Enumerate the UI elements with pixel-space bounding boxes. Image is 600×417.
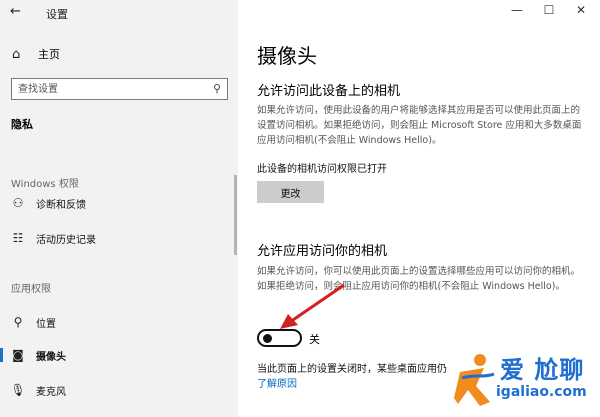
search-icon[interactable]: ⚲ <box>213 82 221 95</box>
close-button[interactable]: ✕ <box>570 3 592 21</box>
annotation-arrow-icon <box>280 283 345 329</box>
sidebar-item-label: 位置 <box>36 318 56 330</box>
watermark-text: 爱 尬聊 <box>500 356 585 384</box>
microphone-icon: 🎙 <box>10 383 26 397</box>
search-input[interactable] <box>18 82 198 96</box>
section-windows-permissions: Windows 权限 <box>11 179 79 190</box>
camera-icon: ◙ <box>12 348 24 362</box>
active-indicator <box>0 348 3 362</box>
device-access-status: 此设备的相机访问权限已打开 <box>257 164 387 175</box>
home-link[interactable]: ⌂ 主页 <box>12 46 60 62</box>
sidebar-item-microphone[interactable]: 🎙 麦克风 <box>10 381 66 399</box>
sidebar-item-diagnostics[interactable]: ⚇ 诊断和反馈 <box>10 194 86 212</box>
sidebar-scrollbar[interactable] <box>234 175 237 255</box>
title-bar: ← 设置 — ☐ ✕ <box>0 0 600 26</box>
section-device-access-title: 允许访问此设备上的相机 <box>257 84 401 99</box>
section-app-access-title: 允许应用访问你的相机 <box>257 244 388 259</box>
home-label: 主页 <box>38 48 60 61</box>
toggle-knob <box>263 334 272 343</box>
activity-history-icon: ☷ <box>12 231 24 245</box>
learn-more-link[interactable]: 了解原因 <box>257 375 297 390</box>
sidebar-item-label: 麦克风 <box>36 386 66 398</box>
maximize-button[interactable]: ☐ <box>538 3 560 21</box>
sidebar: ⌂ 主页 ⚲ 隐私 Windows 权限 ⚇ 诊断和反馈 ☷ 活动历史记录 应用… <box>0 0 238 417</box>
change-button[interactable]: 更改 <box>257 181 324 203</box>
search-box[interactable]: ⚲ <box>11 78 228 100</box>
desktop-apps-note: 当此页面上的设置关闭时，某些桌面应用仍 <box>257 364 447 375</box>
sidebar-item-camera[interactable]: ◙ 摄像头 <box>10 346 66 364</box>
diagnostics-icon: ⚇ <box>12 196 24 210</box>
section-device-access-description: 如果允许访问，使用此设备的用户将能够选择其应用是否可以使用此页面上的设置访问相机… <box>257 105 582 146</box>
category-title: 隐私 <box>11 118 33 131</box>
minimize-button[interactable]: — <box>506 3 528 21</box>
watermark-url: igaliao.com <box>496 384 587 400</box>
location-icon: ⚲ <box>13 315 23 329</box>
window-title: 设置 <box>46 8 68 21</box>
back-arrow-icon[interactable]: ← <box>10 4 30 22</box>
sidebar-item-label: 摄像头 <box>36 351 66 363</box>
section-app-permissions: 应用权限 <box>11 284 51 295</box>
watermark-figure-icon <box>454 354 495 406</box>
sidebar-item-label: 诊断和反馈 <box>36 199 86 211</box>
toggle-state-label: 关 <box>309 333 320 346</box>
watermark-logo: 爱 尬聊 igaliao.com <box>454 350 596 410</box>
sidebar-item-label: 活动历史记录 <box>36 234 96 246</box>
page-title: 摄像头 <box>257 44 317 68</box>
sidebar-item-location[interactable]: ⚲ 位置 <box>10 313 56 331</box>
home-icon: ⌂ <box>12 46 21 62</box>
sidebar-item-activity-history[interactable]: ☷ 活动历史记录 <box>10 229 96 247</box>
camera-access-toggle[interactable] <box>257 329 302 347</box>
